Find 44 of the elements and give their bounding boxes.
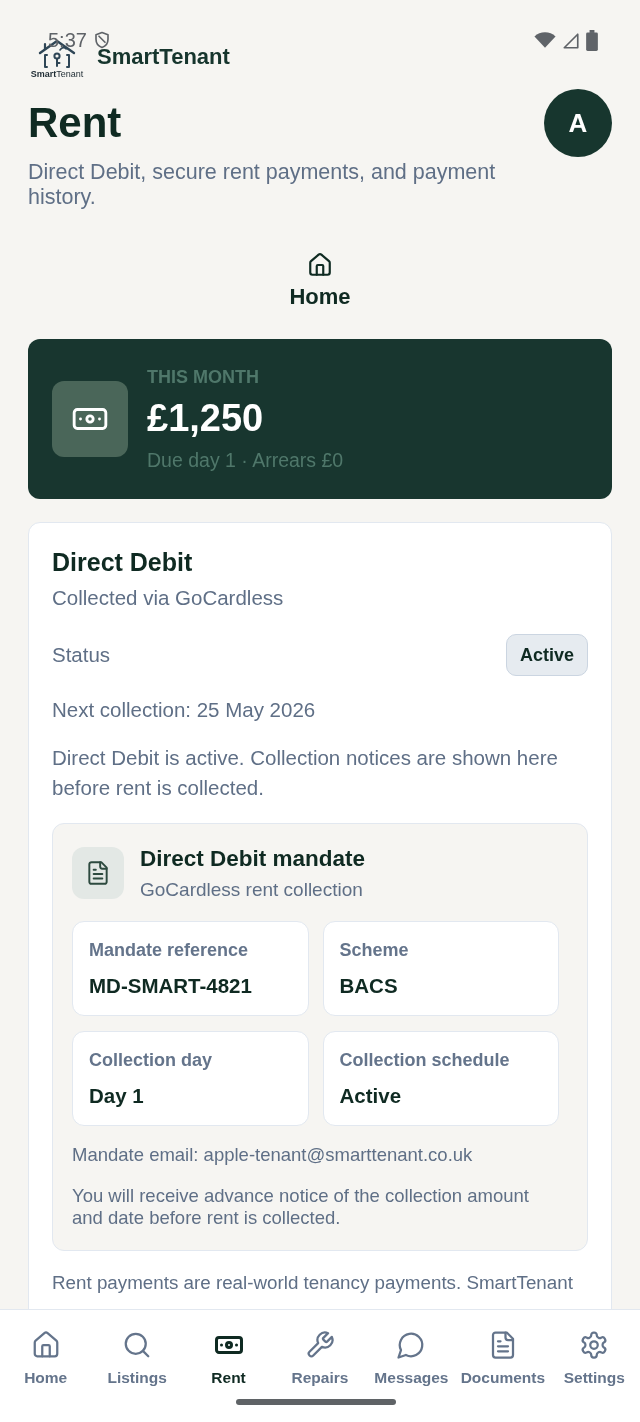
status-label: Status (52, 643, 111, 667)
logo-text: SmartTenant (30, 69, 84, 79)
field-label: Scheme (339, 939, 410, 961)
summary-detail: Due day 1 · Arrears £0 (147, 447, 344, 472)
summary-amount: £1,250 (147, 396, 265, 439)
status-badge: Active (505, 634, 588, 676)
battery-icon (586, 30, 598, 51)
app-name: SmartTenant (97, 43, 230, 70)
field-value: Active (339, 1084, 403, 1108)
nav-tab[interactable]: Repairs (274, 1330, 366, 1388)
wifi-icon (534, 32, 556, 49)
shield-icon (92, 30, 111, 50)
mandate-subtitle: GoCardless rent collection (140, 879, 364, 901)
field-value: BACS (339, 974, 399, 998)
card-subtitle: Collected via GoCardless (52, 586, 285, 610)
field-label: Collection schedule (339, 1049, 511, 1071)
nav-tab[interactable]: Home (0, 1330, 92, 1388)
nav-tab[interactable]: Messages (365, 1330, 458, 1388)
footnote-text: Rent payments are real-world tenancy payments. SmartTenant (52, 1271, 574, 1295)
status-time: 5:37 (48, 29, 87, 51)
description-text: Direct Debit is active. Collection notices are shown here before rent is collected. (52, 745, 559, 801)
banknote-icon (52, 381, 128, 457)
field-value: MD-SMART-4821 (89, 974, 253, 998)
field-label: Collection day (89, 1049, 214, 1071)
nav-tab[interactable]: Documents (457, 1330, 549, 1388)
field-value: Day 1 (89, 1084, 145, 1108)
nav-tab[interactable]: Settings (548, 1330, 640, 1388)
home-icon (307, 252, 333, 278)
notice-text: You will receive advance notice of the collection amount and date before rent is collected. (72, 1185, 530, 1229)
summary-eyebrow: THIS MONTH (147, 366, 260, 387)
nav-tab[interactable]: Listings (91, 1330, 183, 1388)
tab[interactable]: Home (289, 252, 351, 310)
mandate-title: Direct Debit mandate (140, 845, 366, 873)
nav-tab[interactable]: Rent (182, 1330, 275, 1388)
card-title: Direct Debit (52, 547, 194, 577)
avatar-button[interactable]: A (544, 89, 612, 157)
field-label: Mandate reference (89, 939, 250, 961)
next-collection-text: Next collection: 25 May 2026 (52, 698, 317, 722)
page-subtitle: Direct Debit, secure rent payments, and payment history. (28, 160, 497, 210)
page-title: Rent (28, 99, 122, 147)
document-icon (72, 847, 124, 899)
wrench-icon (305, 1330, 335, 1360)
signal-icon (562, 31, 580, 50)
mandate-email-text: Mandate email: apple-tenant@smarttenant.co.uk (72, 1144, 474, 1166)
